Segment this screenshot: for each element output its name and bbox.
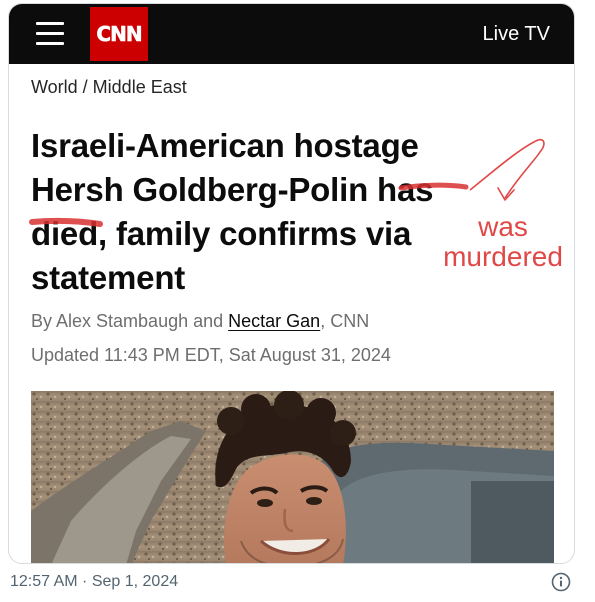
- struck-word-has: has: [377, 171, 434, 208]
- cnn-header-bar: CNN Live TV: [9, 4, 574, 64]
- headline-part-1: Israeli-American hostage Hersh Goldberg-…: [31, 127, 419, 208]
- article-headline: Israeli-American hostage Hersh Goldberg-…: [31, 124, 481, 300]
- struck-word-died: died: [31, 215, 99, 252]
- info-icon[interactable]: [551, 572, 571, 592]
- updated-timestamp: Updated 11:43 PM EDT, Sat August 31, 202…: [31, 345, 391, 365]
- embedded-screenshot-card: CNN Live TV World / Middle East Israeli-…: [8, 3, 575, 564]
- annotation-line-murdered: murdered: [443, 241, 563, 272]
- annotation-line-was: was: [478, 211, 528, 242]
- hamburger-menu-icon[interactable]: [36, 22, 64, 46]
- author-link-nectar-gan[interactable]: Nectar Gan: [228, 311, 320, 331]
- breadcrumb[interactable]: World / Middle East: [31, 77, 187, 98]
- byline-suffix: , CNN: [320, 311, 370, 331]
- byline-prefix: By Alex Stambaugh and: [31, 311, 229, 331]
- logo-text: CNN: [96, 22, 143, 47]
- handwritten-annotation: was murdered: [432, 212, 574, 272]
- byline: By Alex Stambaugh and Nectar Gan, CNN: [31, 311, 369, 332]
- cnn-logo[interactable]: CNN: [90, 7, 148, 61]
- live-tv-link[interactable]: Live TV: [483, 23, 550, 46]
- photo-illustration: [31, 391, 554, 563]
- article-photo: [31, 391, 554, 563]
- tweet-timestamp[interactable]: 12:57 AM · Sep 1, 2024: [10, 573, 178, 591]
